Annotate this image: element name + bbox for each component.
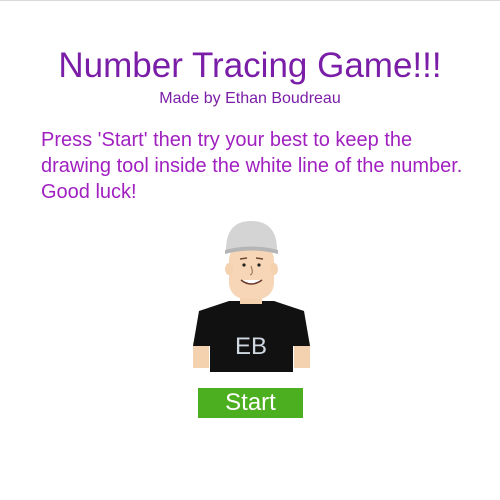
right-ear (270, 263, 278, 275)
face (229, 244, 274, 299)
instructions-text: Press 'Start' then try your best to keep… (41, 129, 463, 203)
right-eye (257, 263, 261, 267)
avatar: EB (193, 221, 310, 372)
page-title: Number Tracing Game!!! (58, 46, 442, 85)
shirt-initials: EB (235, 333, 267, 360)
top-border (0, 0, 500, 1)
cap (226, 221, 277, 250)
start-button[interactable]: Start (198, 388, 303, 418)
left-ear (225, 263, 233, 275)
left-eye (242, 263, 246, 267)
author-credit: Made by Ethan Boudreau (159, 90, 341, 107)
